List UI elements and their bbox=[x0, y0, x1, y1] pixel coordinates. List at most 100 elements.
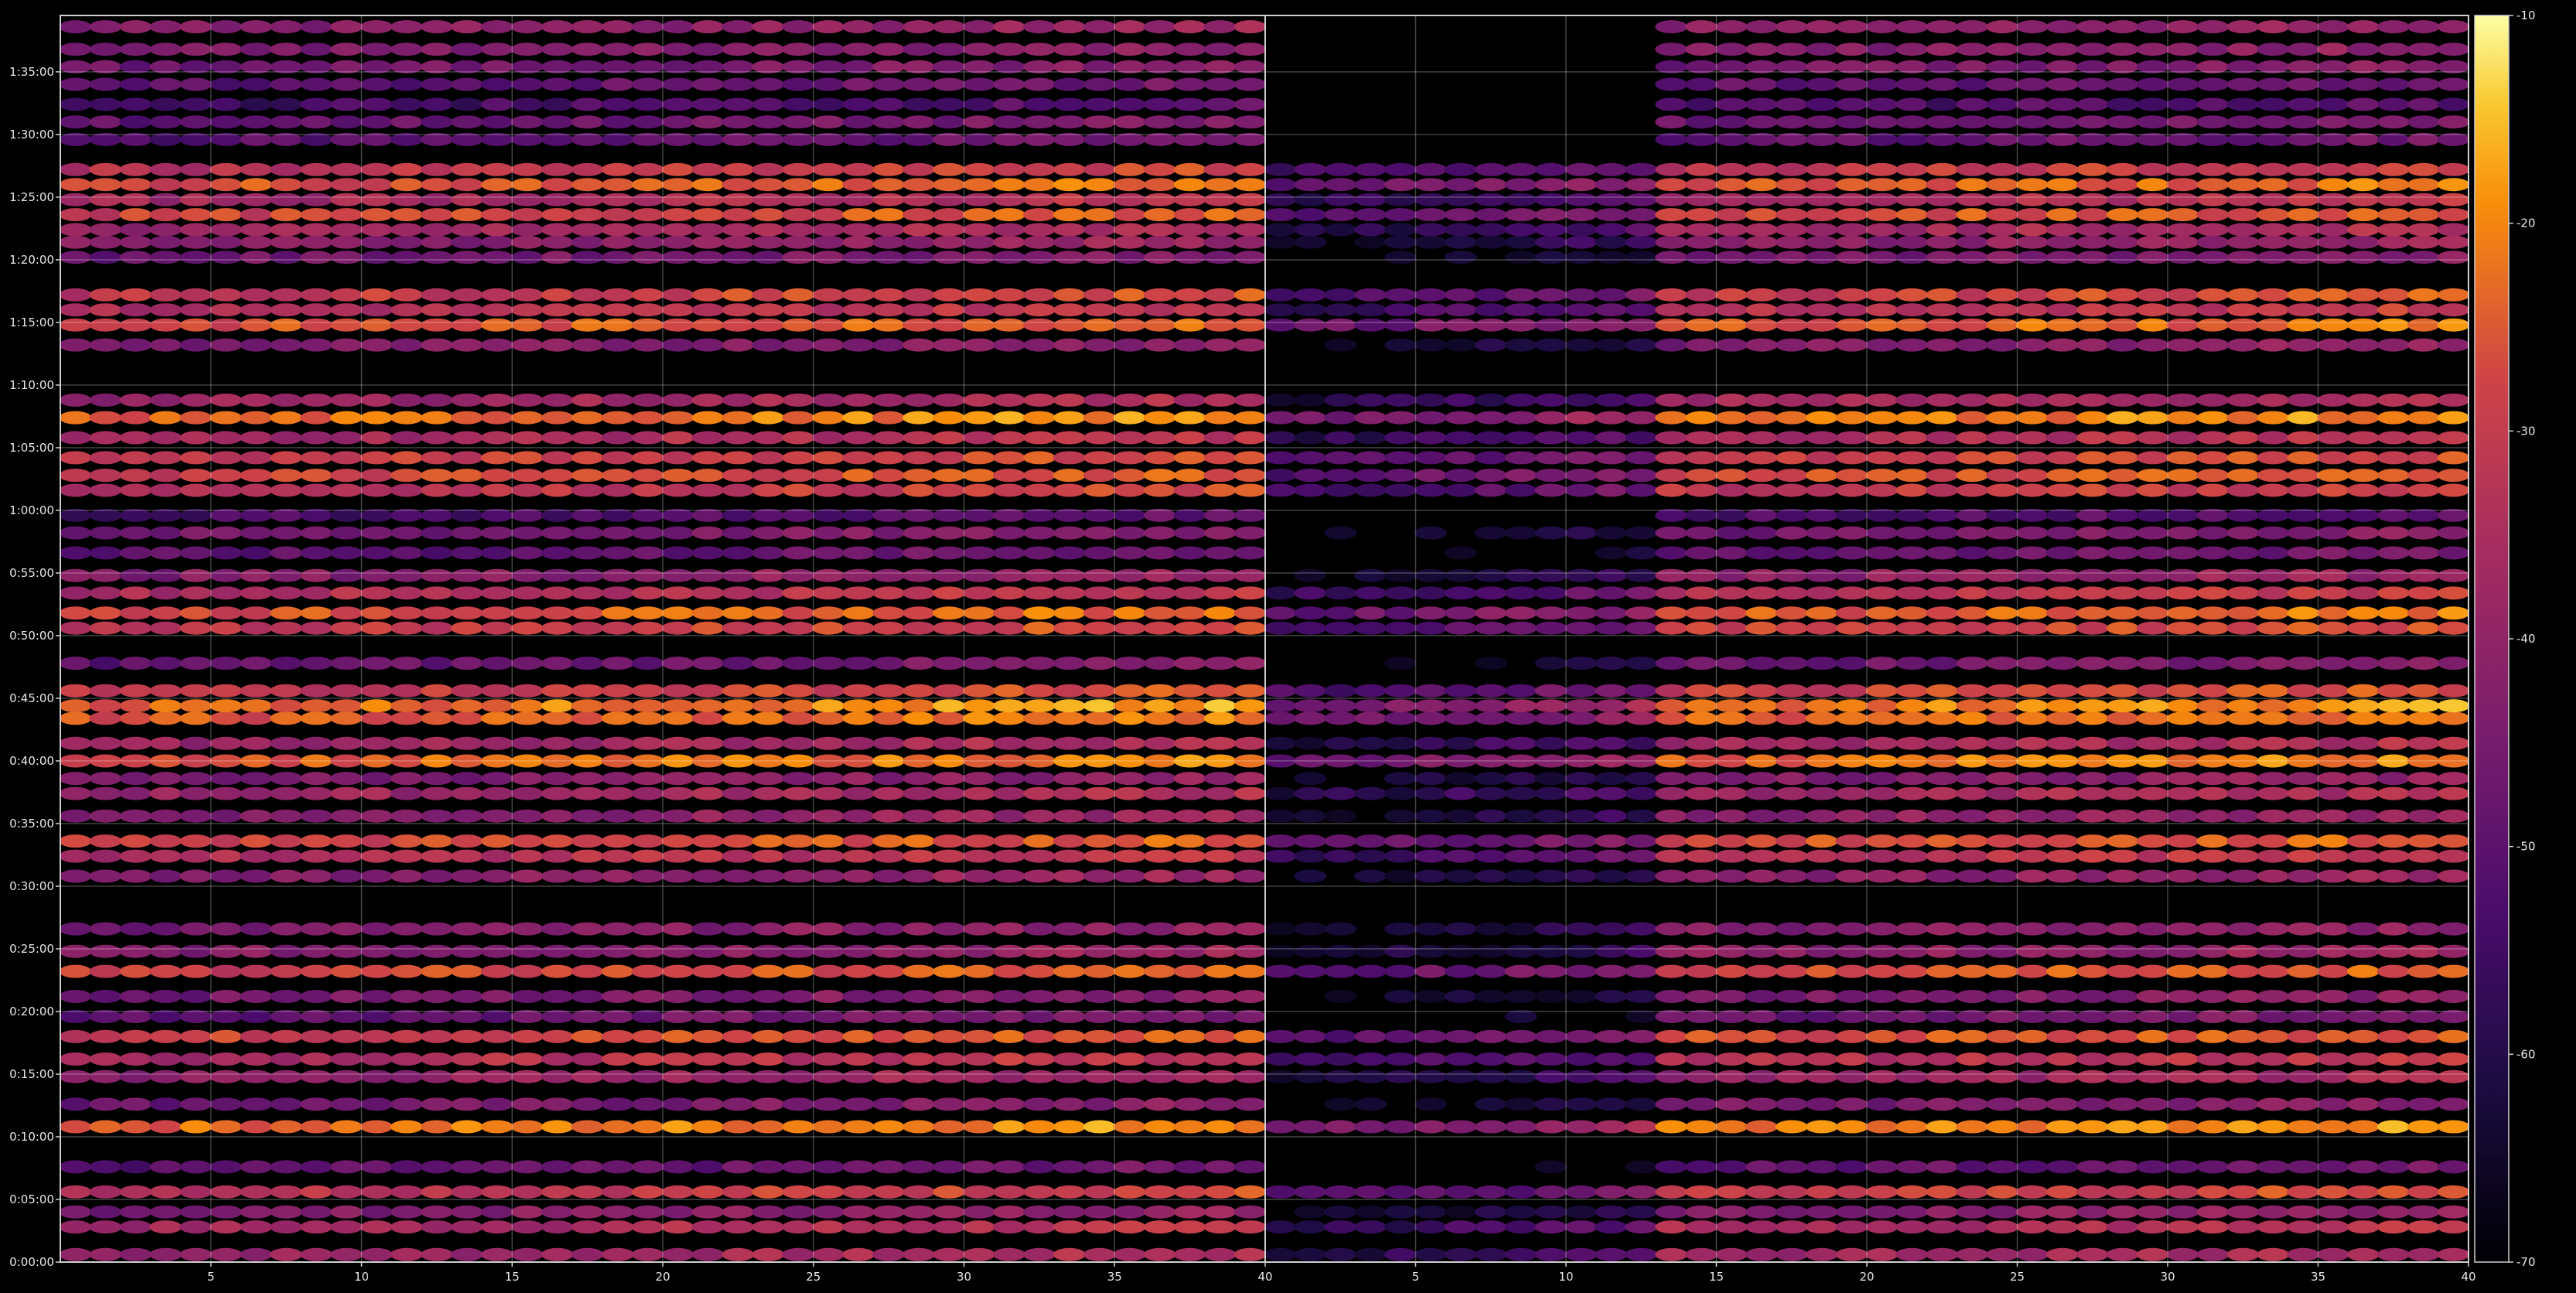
left-cell-b49-c40 bbox=[1233, 178, 1265, 192]
right-cell-b11-c31 bbox=[2166, 990, 2199, 1003]
left-cell-b28-c18 bbox=[571, 606, 604, 620]
left-cell-b54-c13 bbox=[420, 77, 453, 91]
right-cell-b43-c19 bbox=[1805, 288, 1838, 302]
right-cell-b19-c14 bbox=[1655, 786, 1688, 800]
left-cell-b54-c28 bbox=[872, 77, 906, 91]
left-cell-b7-c37 bbox=[1143, 1070, 1176, 1083]
right-cell-b3-c28 bbox=[2076, 1185, 2109, 1199]
right-cell-b35-c4 bbox=[1354, 469, 1387, 483]
right-cell-b29-c19 bbox=[1805, 586, 1838, 600]
right-cell-b2-c34 bbox=[2257, 1205, 2290, 1219]
right-cell-b43-c40 bbox=[2437, 288, 2469, 302]
left-cell-b4-c11 bbox=[360, 1160, 393, 1174]
left-cell-b47-c38 bbox=[1173, 208, 1206, 222]
left-cell-b50-c39 bbox=[1203, 162, 1237, 176]
right-cell-b17-c37 bbox=[2346, 834, 2380, 848]
right-cell-b40-c30 bbox=[2136, 338, 2169, 352]
right-cell-b37-c9 bbox=[1504, 431, 1537, 445]
left-cell-b7-c3 bbox=[119, 1070, 152, 1083]
left-cell-b14-c27 bbox=[842, 922, 875, 936]
right-cell-b53-c37 bbox=[2346, 97, 2380, 111]
right-cell-b23-c27 bbox=[2045, 711, 2079, 725]
left-cell-b9-c18 bbox=[571, 1029, 604, 1043]
right-cell-b15-c26 bbox=[2015, 869, 2049, 883]
right-cell-b43-c23 bbox=[1926, 288, 1959, 302]
left-cell-b3-c20 bbox=[631, 1185, 664, 1199]
right-cell-b43-c8 bbox=[1474, 288, 1507, 302]
y-tick-label-6: 0:30:00 bbox=[9, 879, 54, 893]
left-cell-b44-c37 bbox=[1143, 251, 1176, 264]
right-cell-b49-c35 bbox=[2287, 178, 2320, 192]
left-cell-b36-c31 bbox=[963, 451, 995, 465]
left-cell-b29-c36 bbox=[1113, 586, 1146, 600]
right-cell-b5-c12 bbox=[1595, 1120, 1628, 1134]
right-cell-b18-c33 bbox=[2226, 809, 2260, 823]
right-cell-b15-c4 bbox=[1354, 869, 1387, 883]
right-cell-b49-c8 bbox=[1474, 178, 1507, 192]
right-cell-b0-c14 bbox=[1655, 1247, 1688, 1261]
right-cell-b14-c1 bbox=[1265, 922, 1297, 936]
left-cell-b15-c27 bbox=[842, 869, 875, 883]
left-cell-b54-c36 bbox=[1113, 77, 1146, 91]
left-x-tick-label-25: 25 bbox=[806, 1270, 821, 1284]
left-cell-b30-c7 bbox=[240, 568, 273, 582]
right-cell-b3-c30 bbox=[2136, 1185, 2169, 1199]
right-cell-b26-c26 bbox=[2015, 657, 2049, 670]
right-cell-b38-c1 bbox=[1265, 411, 1297, 425]
left-cell-b15-c12 bbox=[390, 869, 423, 883]
left-cell-b57-c38 bbox=[1173, 20, 1206, 34]
left-cell-b38-c27 bbox=[842, 411, 875, 425]
left-cell-b40-c20 bbox=[631, 338, 664, 352]
left-cell-b49-c36 bbox=[1113, 178, 1146, 192]
left-cell-b41-c26 bbox=[812, 318, 845, 332]
right-cell-b38-c32 bbox=[2196, 411, 2230, 425]
left-cell-b25-c22 bbox=[691, 684, 725, 698]
right-cell-b29-c40 bbox=[2437, 586, 2469, 600]
right-cell-b16-c32 bbox=[2196, 849, 2230, 863]
right-cell-b25-c11 bbox=[1564, 684, 1598, 698]
left-cell-b25-c5 bbox=[179, 684, 213, 698]
right-cell-b53-c31 bbox=[2166, 97, 2199, 111]
right-cell-b31-c13 bbox=[1625, 546, 1658, 560]
right-cell-b45-c36 bbox=[2316, 235, 2349, 249]
right-cell-b36-c35 bbox=[2287, 451, 2320, 465]
right-cell-b27-c1 bbox=[1265, 621, 1297, 635]
left-cell-b38-c24 bbox=[752, 411, 785, 425]
right-cell-b15-c6 bbox=[1414, 869, 1447, 883]
right-cell-b15-c28 bbox=[2076, 869, 2109, 883]
left-cell-b42-c4 bbox=[149, 303, 183, 317]
right-cell-b37-c37 bbox=[2346, 431, 2380, 445]
right-cell-b19-c32 bbox=[2196, 786, 2230, 800]
left-cell-b34-c10 bbox=[330, 483, 363, 497]
right-cell-b53-c28 bbox=[2076, 97, 2109, 111]
left-cell-b44-c8 bbox=[270, 251, 303, 264]
right-cell-b4-c30 bbox=[2136, 1160, 2169, 1174]
right-cell-b44-c18 bbox=[1775, 251, 1808, 264]
left-cell-b12-c17 bbox=[541, 964, 574, 978]
left-cell-b6-c13 bbox=[420, 1097, 453, 1111]
right-cell-b35-c15 bbox=[1685, 469, 1718, 483]
left-cell-b28-c34 bbox=[1053, 606, 1086, 620]
right-cell-b52-c22 bbox=[1895, 115, 1929, 129]
left-cell-b49-c31 bbox=[963, 178, 995, 192]
right-cell-b46-c14 bbox=[1655, 223, 1688, 237]
right-cell-b36-c33 bbox=[2226, 451, 2260, 465]
right-cell-b41-c18 bbox=[1775, 318, 1808, 332]
left-cell-b19-c29 bbox=[902, 786, 936, 800]
right-cell-b42-c9 bbox=[1504, 303, 1537, 317]
right-cell-b6-c39 bbox=[2407, 1097, 2440, 1111]
left-cell-b52-c18 bbox=[571, 115, 604, 129]
left-cell-b44-c38 bbox=[1173, 251, 1206, 264]
left-cell-b47-c11 bbox=[360, 208, 393, 222]
left-cell-b3-c27 bbox=[842, 1185, 875, 1199]
right-cell-b14-c11 bbox=[1564, 922, 1598, 936]
right-cell-b13-c15 bbox=[1685, 944, 1718, 958]
right-cell-b18-c11 bbox=[1564, 809, 1598, 823]
right-cell-b19-c2 bbox=[1294, 786, 1327, 800]
left-cell-b48-c30 bbox=[933, 193, 965, 206]
left-cell-b22-c7 bbox=[240, 736, 273, 750]
right-cell-b35-c38 bbox=[2376, 469, 2410, 483]
right-cell-b50-c13 bbox=[1625, 162, 1658, 176]
left-cell-b26-c25 bbox=[782, 657, 815, 670]
right-cell-b29-c25 bbox=[1986, 586, 2019, 600]
